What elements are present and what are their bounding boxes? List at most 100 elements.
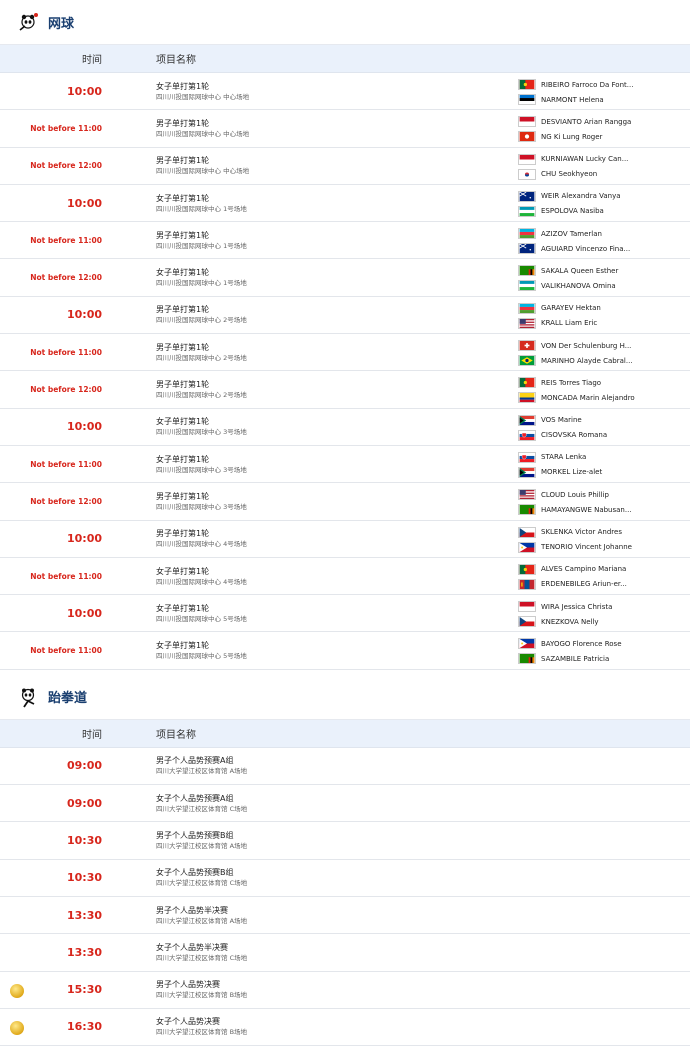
match-time: 10:30	[66, 871, 102, 885]
player-name: DESVIANTO Arian Rangga	[541, 117, 632, 126]
event-venue: 四川川投国际网球中心 中心场地	[156, 92, 250, 101]
player-name: AGUIARD Vincenzo Fina...	[541, 244, 631, 253]
table-row[interactable]: 10:00 女子单打第1轮 四川川投国际网球中心 1号场地 WEIR Alexandr…	[0, 185, 690, 223]
player-name: ESPOLOVA Nasiba	[541, 207, 604, 216]
player-2: ERDENEBILEG Ariun-er...	[518, 577, 651, 592]
event-venue: 四川大学望江校区体育馆 C场地	[156, 953, 248, 962]
flag-icon	[518, 563, 536, 575]
table-row[interactable]: Not before 12:00 男子单打第1轮 四川川投国际网球中心 中心场地 KU…	[0, 148, 690, 185]
event-name: 男子单打第1轮	[156, 342, 210, 352]
event-venue: 四川川投国际网球中心 4号场地	[156, 577, 247, 586]
table-row[interactable]: 10:00 男子单打第1轮 四川川投国际网球中心 2号场地 GARAYEV Hekta…	[0, 297, 690, 335]
table-row[interactable]: 10:00 男子单打第1轮 四川川投国际网球中心 4号场地 SKLENKA Victo…	[0, 521, 690, 558]
event-info: 男子单打第1轮 四川川投国际网球中心 2号场地	[156, 342, 506, 363]
event-name: 女子单打第1轮	[156, 566, 210, 576]
player-1: AZIZOV Tamerlan	[518, 226, 651, 241]
player-1: ALVES Campino Mariana	[518, 562, 651, 577]
table-row[interactable]: 15:30 男子个人品势决赛 四川大学望江校区体育馆 B场地	[0, 972, 690, 1009]
player-name: MONCADA Marin Alejandro	[541, 393, 635, 402]
player-name: VALIKHANOVA Omina	[541, 281, 616, 290]
player-name: REIS Torres Tiago	[541, 378, 602, 387]
players: BAYOGO Florence Rose SAZAMBILE Patricia	[518, 636, 651, 666]
table-row[interactable]: 10:00 女子单打第1轮 四川川投国际网球中心 5号场地 WIRA Jessica …	[0, 595, 690, 633]
players: GARAYEV Hektan KRALL Liam Eric	[518, 301, 651, 331]
player-name: VOS Marine	[541, 416, 582, 425]
event-name: 男子个人品势预赛B组	[156, 830, 234, 840]
table-row[interactable]: 13:30 男子个人品势半决赛 四川大学望江校区体育馆 A场地	[0, 897, 690, 935]
event-venue: 四川大学望江校区体育馆 B场地	[156, 991, 248, 1000]
section-title: 网球	[48, 16, 75, 32]
match-time: Not before 11:00	[30, 347, 102, 357]
event-name: 男子单打第1轮	[156, 529, 210, 539]
flag-icon	[518, 302, 536, 314]
players: SAKALA Queen Esther VALIKHANOVA Omina	[518, 263, 651, 293]
table-row[interactable]: Not before 11:00 女子单打第1轮 四川川投国际网球中心 4号场地 AL…	[0, 558, 690, 596]
players: WEIR Alexandra Vanya ESPOLOVA Nasiba	[518, 189, 651, 219]
player-1: REIS Torres Tiago	[518, 375, 651, 390]
event-info: 女子单打第1轮 四川川投国际网球中心 5号场地	[156, 603, 506, 624]
table-row[interactable]: 10:30 男子个人品势预赛B组 四川大学望江校区体育馆 A场地	[0, 822, 690, 860]
player-name: SAZAMBILE Patricia	[541, 654, 610, 663]
player-1: RIBEIRO Farroco Da Font...	[518, 77, 651, 92]
event-info: 女子个人品势半决赛 四川大学望江校区体育馆 C场地	[156, 942, 506, 963]
table-row[interactable]: 13:30 女子个人品势半决赛 四川大学望江校区体育馆 C场地	[0, 934, 690, 972]
flag-icon	[518, 205, 536, 217]
player-name: BAYOGO Florence Rose	[541, 639, 622, 648]
table-row[interactable]: 10:00 女子单打第1轮 四川川投国际网球中心 3号场地 VOS Marine CIS…	[0, 409, 690, 446]
table-row[interactable]: Not before 12:00 男子单打第1轮 四川川投国际网球中心 3号场地 CL…	[0, 483, 690, 521]
tennis-header: 网球	[0, 0, 690, 45]
event-name: 女子个人品势决赛	[156, 1017, 220, 1027]
table-row[interactable]: Not before 12:00 女子单打第1轮 四川川投国际网球中心 1号场地 SA…	[0, 259, 690, 297]
column-time: 时间	[82, 729, 102, 741]
player-2: KNEZKOVA Nelly	[518, 614, 651, 629]
event-name: 男子单打第1轮	[156, 230, 210, 240]
column-header: 时间 项目名称	[0, 719, 690, 748]
event-name: 女子单打第1轮	[156, 81, 210, 91]
table-row[interactable]: Not before 11:00 男子单打第1轮 四川川投国际网球中心 中心场地 DE…	[0, 110, 690, 148]
table-row[interactable]: Not before 11:00 男子单打第1轮 四川川投国际网球中心 2号场地 VO…	[0, 334, 690, 372]
event-info: 男子单打第1轮 四川川投国际网球中心 4号场地	[156, 528, 506, 549]
table-row[interactable]: Not before 11:00 男子单打第1轮 四川川投国际网球中心 1号场地 AZ…	[0, 222, 690, 260]
match-time: 13:30	[66, 908, 102, 922]
flag-icon	[518, 94, 536, 105]
player-name: CHU Seokhyeon	[541, 170, 598, 179]
table-row[interactable]: 09:00 女子个人品势预赛A组 四川大学望江校区体育馆 C场地	[0, 785, 690, 823]
taekwondo-header: 跆拳道	[0, 675, 690, 720]
event-name: 男子个人品势决赛	[156, 980, 220, 990]
flag-icon	[518, 541, 536, 553]
gold-medal-icon	[10, 983, 24, 998]
table-row[interactable]: Not before 12:00 男子单打第1轮 四川川投国际网球中心 2号场地 RE…	[0, 371, 690, 409]
flag-icon	[518, 228, 536, 240]
event-info: 女子个人品势预赛B组 四川大学望江校区体育馆 C场地	[156, 867, 506, 888]
event-venue: 四川川投国际网球中心 中心场地	[156, 167, 250, 176]
player-name: WEIR Alexandra Vanya	[541, 192, 621, 201]
table-row[interactable]: 10:30 女子个人品势预赛B组 四川大学望江校区体育馆 C场地	[0, 860, 690, 897]
event-info: 男子单打第1轮 四川川投国际网球中心 3号场地	[156, 491, 506, 512]
table-row[interactable]: 09:00 男子个人品势预赛A组 四川大学望江校区体育馆 A场地	[0, 748, 690, 786]
table-row[interactable]: Not before 11:00 女子单打第1轮 四川川投国际网球中心 3号场地 ST…	[0, 446, 690, 484]
table-row[interactable]: 16:30 女子个人品势决赛 四川大学望江校区体育馆 B场地	[0, 1009, 690, 1046]
match-time: 10:00	[66, 532, 102, 546]
event-venue: 四川川投国际网球中心 3号场地	[156, 428, 247, 437]
players: DESVIANTO Arian Rangga NG Ki Lung Roger	[518, 114, 651, 144]
player-1: WEIR Alexandra Vanya	[518, 189, 651, 204]
event-info: 女子个人品势决赛 四川大学望江校区体育馆 B场地	[156, 1016, 506, 1037]
event-name: 女子单打第1轮	[156, 417, 210, 427]
player-1: GARAYEV Hektan	[518, 301, 651, 316]
player-name: KNEZKOVA Nelly	[541, 617, 599, 626]
players: SKLENKA Victor Andres TENORIO Vincent Joh…	[518, 525, 651, 555]
player-name: STARA Lenka	[541, 453, 587, 462]
player-name: SKLENKA Victor Andres	[541, 528, 622, 537]
event-venue: 四川川投国际网球中心 1号场地	[156, 204, 247, 213]
table-row[interactable]: 10:00 女子单打第1轮 四川川投国际网球中心 中心场地 RIBEIRO Farro…	[0, 73, 690, 111]
flag-icon	[518, 340, 536, 352]
flag-icon	[518, 466, 536, 478]
event-venue: 四川川投国际网球中心 1号场地	[156, 279, 247, 288]
event-venue: 四川川投国际网球中心 2号场地	[156, 353, 247, 362]
event-name: 女子单打第1轮	[156, 454, 210, 464]
player-1: VOS Marine	[518, 413, 651, 428]
table-row[interactable]: Not before 11:00 女子单打第1轮 四川川投国际网球中心 5号场地 BA…	[0, 632, 690, 670]
players: VON Der Schulenburg H... MARINHO Alayde C…	[518, 338, 651, 368]
flag-icon	[518, 377, 536, 389]
player-name: CLOUD Louis Phillip	[541, 490, 609, 499]
